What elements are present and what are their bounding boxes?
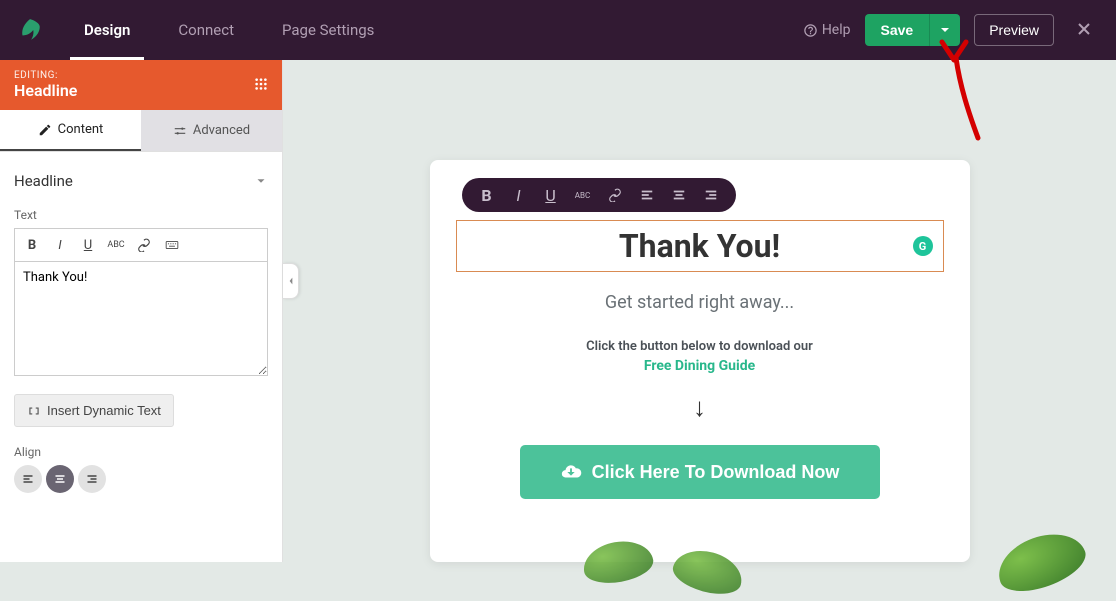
leaf-icon [17, 17, 43, 43]
sidebar-subtabs: Content Advanced [0, 110, 282, 152]
editing-name: Headline [14, 81, 77, 100]
top-tabs: Design Connect Page Settings [60, 0, 398, 60]
underline-button[interactable]: U [75, 233, 101, 257]
dynamic-text-icon [27, 404, 41, 418]
text-field-label: Text [14, 208, 268, 222]
sliders-icon [173, 124, 187, 138]
save-button[interactable]: Save [865, 14, 930, 46]
app-logo [0, 17, 60, 43]
save-button-group: Save [865, 14, 961, 46]
align-right-icon [86, 473, 98, 485]
strikethrough-button[interactable]: ABC [103, 233, 129, 257]
inline-underline-button[interactable]: U [540, 184, 562, 206]
headline-element[interactable]: Thank You! G [456, 220, 944, 272]
editing-header: EDITING: Headline [0, 60, 282, 110]
align-center-icon [672, 188, 686, 202]
instruction-text[interactable]: Click the button below to download our [456, 339, 944, 354]
grip-icon [254, 77, 268, 91]
arrow-down-text[interactable]: ↓ [456, 392, 944, 423]
align-right-icon [704, 188, 718, 202]
bold-button[interactable]: B [19, 233, 45, 257]
inline-bold-button[interactable]: B [476, 184, 498, 206]
headline-text-input[interactable] [14, 261, 268, 376]
top-bar: Design Connect Page Settings Help Save P… [0, 0, 1116, 60]
inline-align-right-button[interactable] [700, 184, 722, 206]
sidebar-panel: Headline Text B I U ABC Insert Dynamic T… [0, 152, 282, 562]
page-card: B I U ABC Thank You! G Get started right… [430, 160, 970, 562]
subtab-advanced[interactable]: Advanced [141, 110, 282, 151]
inline-text-toolbar: B I U ABC [462, 178, 736, 212]
close-button[interactable] [1068, 18, 1100, 43]
keyboard-button[interactable] [159, 233, 185, 257]
help-icon [803, 23, 818, 38]
rich-text-toolbar: B I U ABC [14, 228, 268, 261]
inline-align-center-button[interactable] [668, 184, 690, 206]
headline-text: Thank You! [477, 227, 923, 265]
link-icon [137, 238, 151, 252]
sidebar: EDITING: Headline Content Advanced Headl… [0, 60, 283, 562]
pencil-icon [38, 123, 52, 137]
keyboard-icon [165, 238, 179, 252]
bg-decor-right [996, 537, 1086, 587]
subhead-text[interactable]: Get started right away... [456, 292, 944, 313]
inline-italic-button[interactable]: I [508, 184, 530, 206]
inline-align-left-button[interactable] [636, 184, 658, 206]
link-icon [608, 188, 622, 202]
cloud-download-icon [560, 461, 582, 483]
link-button[interactable] [131, 233, 157, 257]
align-left-icon [22, 473, 34, 485]
grammarly-badge[interactable]: G [913, 236, 933, 256]
topbar-right: Help Save Preview [803, 14, 1100, 46]
chevron-down-icon [254, 174, 268, 188]
tab-connect[interactable]: Connect [154, 0, 258, 60]
caret-down-icon [940, 25, 950, 35]
design-canvas: B I U ABC Thank You! G Get started right… [283, 60, 1116, 562]
inline-link-button[interactable] [604, 184, 626, 206]
drag-grip[interactable] [254, 76, 268, 95]
align-center-button[interactable] [46, 465, 74, 493]
save-dropdown-button[interactable] [929, 14, 960, 46]
cta-download-button[interactable]: Click Here To Download Now [520, 445, 880, 499]
preview-button[interactable]: Preview [974, 14, 1054, 46]
insert-dynamic-text-button[interactable]: Insert Dynamic Text [14, 394, 174, 427]
align-center-icon [54, 473, 66, 485]
close-icon [1076, 21, 1092, 37]
align-left-button[interactable] [14, 465, 42, 493]
align-group [14, 465, 268, 493]
italic-button[interactable]: I [47, 233, 73, 257]
guide-link[interactable]: Free Dining Guide [456, 358, 944, 374]
help-link[interactable]: Help [803, 22, 851, 38]
align-right-button[interactable] [78, 465, 106, 493]
align-left-icon [640, 188, 654, 202]
tab-design[interactable]: Design [60, 0, 154, 60]
tab-page-settings[interactable]: Page Settings [258, 0, 398, 60]
inline-strike-button[interactable]: ABC [572, 184, 594, 206]
section-headline-toggle[interactable]: Headline [14, 164, 268, 198]
subtab-content[interactable]: Content [0, 110, 141, 151]
help-label: Help [822, 22, 851, 38]
align-label: Align [14, 445, 268, 459]
editing-label: EDITING: [14, 70, 77, 81]
